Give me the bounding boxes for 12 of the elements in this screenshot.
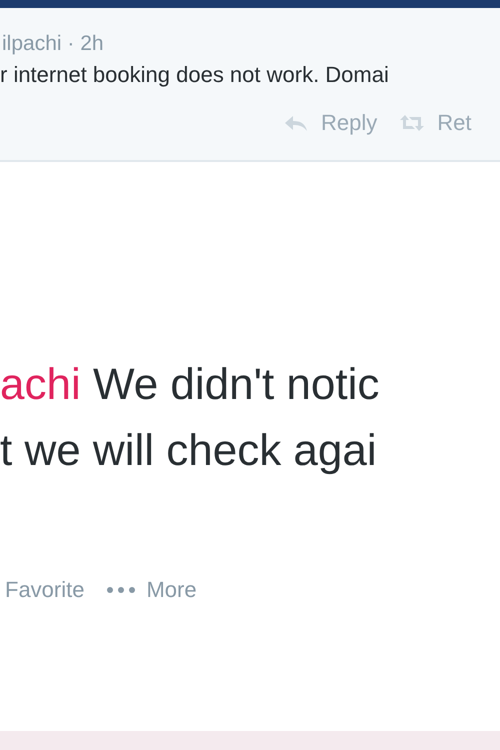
reply-button[interactable]: Reply <box>283 110 378 136</box>
favorite-button[interactable]: Favorite <box>5 577 84 603</box>
tweet-meta: ilpachi · 2h <box>1 32 105 56</box>
retweet-button[interactable]: Ret <box>399 110 472 136</box>
mention-link[interactable]: achi <box>0 360 81 409</box>
more-button[interactable]: More <box>106 577 197 603</box>
more-icon <box>106 586 136 594</box>
retweet-icon <box>399 113 426 133</box>
reply-icon <box>283 113 309 133</box>
tweet-text: r internet booking does not work. Domai <box>0 62 390 88</box>
tweet-text: t we will check agai <box>0 425 378 477</box>
tweet-text: achi We didn't notic <box>0 359 380 411</box>
